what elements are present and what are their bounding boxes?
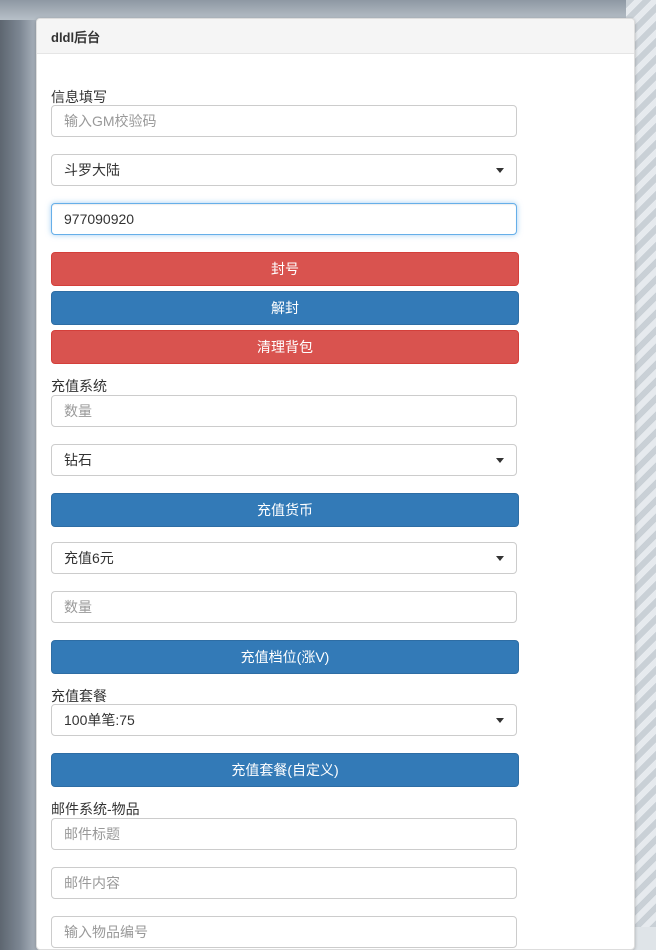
player-id-input[interactable]: 977090920	[51, 203, 517, 235]
ban-button[interactable]: 封号	[51, 252, 519, 286]
package-section-label: 充值套餐	[51, 688, 107, 704]
package-select-value: 100单笔:75	[64, 712, 135, 728]
currency-select-value: 钻石	[64, 452, 92, 468]
amount-input[interactable]: 数量	[51, 395, 517, 427]
admin-panel: dldl后台 信息填写 输入GM校验码 斗罗大陆 977090920 封号 解封…	[36, 18, 635, 950]
server-select-value: 斗罗大陆	[64, 162, 120, 178]
server-select[interactable]: 斗罗大陆	[51, 154, 517, 186]
recharge-section-label: 充值系统	[51, 378, 107, 394]
panel-title: dldl后台	[37, 19, 634, 54]
chevron-down-icon	[496, 167, 504, 173]
mail-content-input[interactable]: 邮件内容	[51, 867, 517, 899]
chevron-down-icon	[496, 717, 504, 723]
tier-amount-input[interactable]: 数量	[51, 591, 517, 623]
tier-select[interactable]: 充值6元	[51, 542, 517, 574]
gm-code-input[interactable]: 输入GM校验码	[51, 105, 517, 137]
mail-section-label: 邮件系统-物品	[51, 801, 140, 817]
package-select[interactable]: 100单笔:75	[51, 704, 517, 736]
mail-title-input[interactable]: 邮件标题	[51, 818, 517, 850]
mail-item-input[interactable]: 输入物品编号	[51, 916, 517, 948]
recharge-package-button[interactable]: 充值套餐(自定义)	[51, 753, 519, 787]
recharge-tier-button[interactable]: 充值档位(涨V)	[51, 640, 519, 674]
tier-select-value: 充值6元	[64, 550, 114, 566]
chevron-down-icon	[496, 457, 504, 463]
background-top	[0, 0, 656, 20]
unban-button[interactable]: 解封	[51, 291, 519, 325]
currency-select[interactable]: 钻石	[51, 444, 517, 476]
info-section-label: 信息填写	[51, 89, 107, 105]
clear-bag-button[interactable]: 清理背包	[51, 330, 519, 364]
recharge-currency-button[interactable]: 充值货币	[51, 493, 519, 527]
chevron-down-icon	[496, 555, 504, 561]
